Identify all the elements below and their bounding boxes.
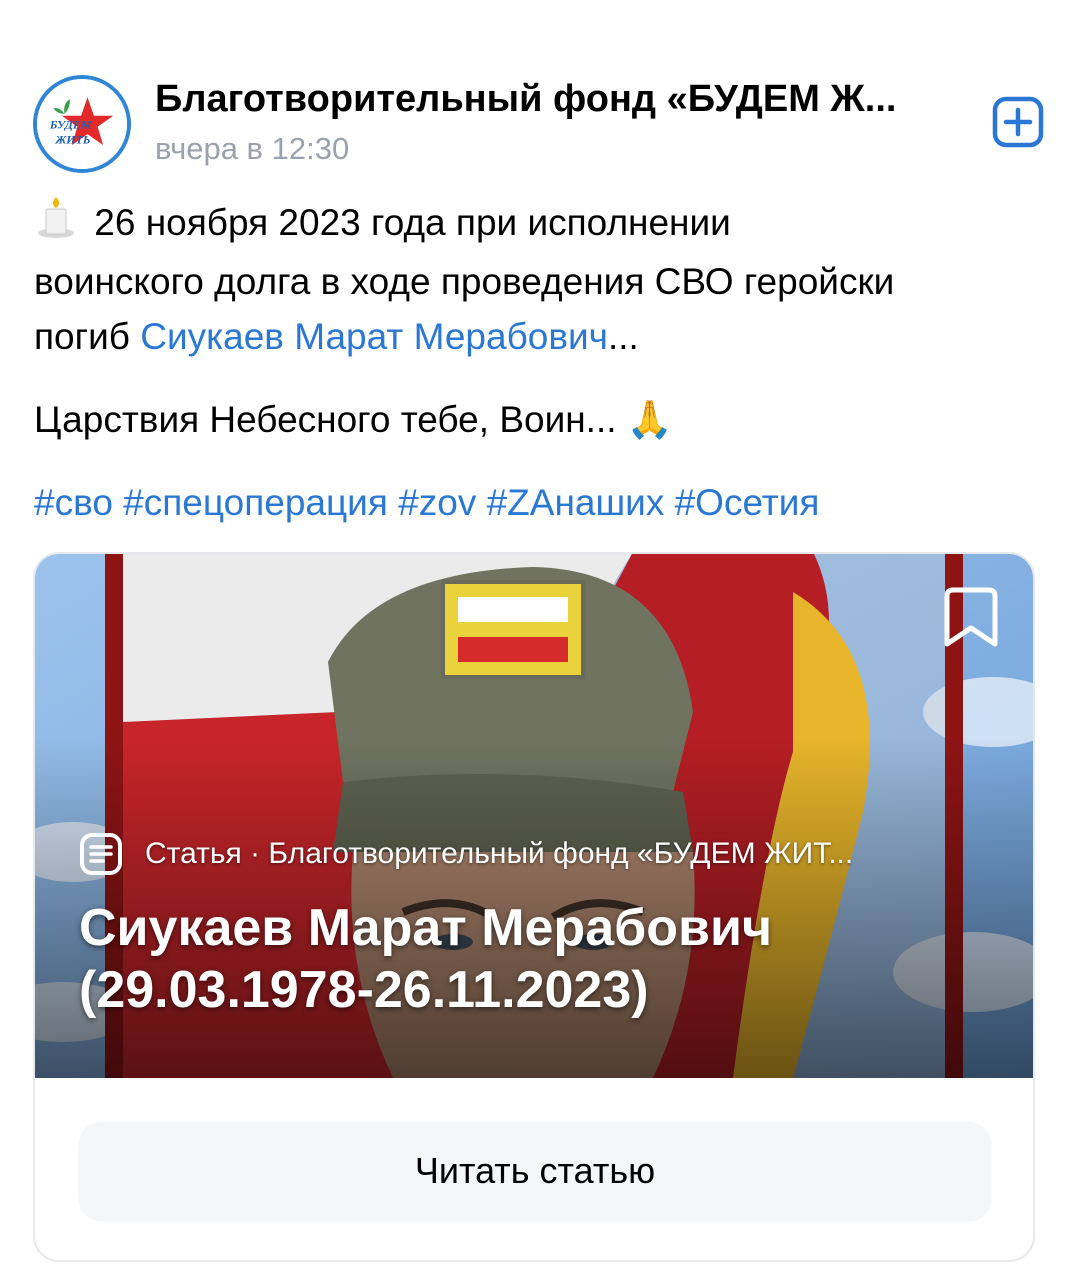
article-title[interactable]: Сиукаев Марат Мерабович (29.03.1978-26.1…	[79, 897, 959, 1021]
article-meta: Статья · Благотворительный фонд «БУДЕМ Ж…	[79, 832, 959, 876]
article-title-line-2: (29.03.1978-26.11.2023)	[79, 961, 649, 1019]
candle-icon	[34, 195, 84, 254]
post-text: 26 ноября 2023 года при исполнении воинс…	[34, 195, 1044, 530]
person-link[interactable]: Сиукаев Марат Мерабович	[140, 316, 608, 357]
article-cover-image: Статья · Благотворительный фонд «БУДЕМ Ж…	[35, 554, 1033, 1078]
svg-text:БУДЕМ: БУДЕМ	[49, 118, 92, 132]
community-logo: БУДЕМ ЖИТЬ	[37, 79, 127, 169]
svg-text:ЖИТЬ: ЖИТЬ	[54, 132, 90, 146]
plus-square-icon[interactable]	[992, 96, 1044, 148]
community-name[interactable]: Благотворительный фонд «БУДЕМ Ж...	[155, 78, 945, 121]
post-line-3-prefix: погиб	[34, 316, 141, 357]
article-title-line-1: Сиукаев Марат Мерабович	[79, 899, 773, 957]
article-meta-text: Статья · Благотворительный фонд «БУДЕМ Ж…	[145, 837, 854, 870]
bookmark-icon[interactable]	[941, 584, 1001, 652]
post-line-2: воинского долга в ходе проведения СВО ге…	[34, 261, 895, 302]
post-line-1: 26 ноября 2023 года при исполнении	[94, 202, 731, 243]
article-icon	[80, 833, 122, 875]
pray-icon: 🙏	[626, 399, 673, 440]
read-article-button[interactable]: Читать статью	[79, 1122, 991, 1220]
post-line-3-suffix: ...	[607, 316, 639, 357]
community-avatar[interactable]: БУДЕМ ЖИТЬ	[33, 75, 131, 173]
article-card[interactable]: Статья · Благотворительный фонд «БУДЕМ Ж…	[33, 552, 1035, 1262]
post-timestamp[interactable]: вчера в 12:30	[155, 131, 349, 167]
post-line-4: Царствия Небесного тебе, Воин...	[34, 399, 627, 440]
hashtags[interactable]: #сво #спецоперация #zov #ZАнаших #Осетия	[34, 475, 1044, 530]
